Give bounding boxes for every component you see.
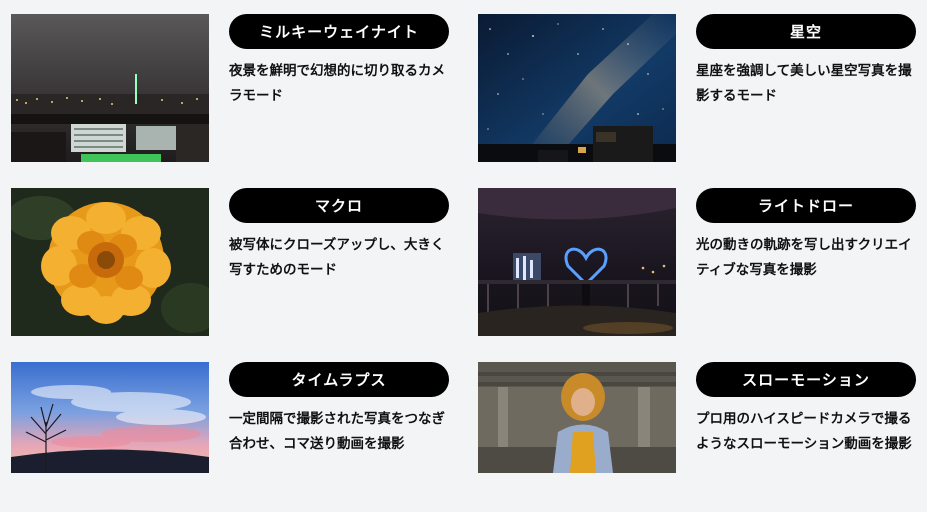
- mode-description: 星座を強調して美しい星空写真を撮影するモード: [696, 63, 912, 104]
- mode-description: 被写体にクローズアップし、大きく写すためのモード: [229, 237, 445, 278]
- marigold-flower-image: [11, 188, 209, 336]
- starry-sky-image: [478, 14, 676, 162]
- person-under-bridge-image: [478, 362, 676, 473]
- mode-description: 光の動きの軌跡を写し出すクリエイティブな写真を撮影: [696, 237, 912, 278]
- mode-card-timelapse[interactable]: タイムラプス 一定間隔で撮影された写真をつなぎ合わせ、コマ送り動画を撮影: [11, 362, 451, 512]
- light-heart-image: [478, 188, 676, 336]
- mode-title: 星空: [696, 14, 916, 49]
- night-cityscape-image: [11, 14, 209, 162]
- sunset-sky-image: [11, 362, 209, 473]
- mode-card-night[interactable]: ミルキーウェイナイト 夜景を鮮明で幻想的に切り取るカメラモード: [11, 14, 451, 164]
- mode-description: 一定間隔で撮影された写真をつなぎ合わせ、コマ送り動画を撮影: [229, 411, 445, 452]
- mode-card-slow-motion[interactable]: スローモーション プロ用のハイスピードカメラで撮るようなスローモーション動画を撮…: [478, 362, 918, 512]
- mode-description: プロ用のハイスピードカメラで撮るようなスローモーション動画を撮影: [696, 411, 912, 452]
- mode-title: ライトドロー: [696, 188, 916, 223]
- mode-card-light-draw[interactable]: ライトドロー 光の動きの軌跡を写し出すクリエイティブな写真を撮影: [478, 188, 918, 338]
- mode-card-macro[interactable]: マクロ 被写体にクローズアップし、大きく写すためのモード: [11, 188, 451, 338]
- mode-title: スローモーション: [696, 362, 916, 397]
- mode-title: ミルキーウェイナイト: [229, 14, 449, 49]
- mode-title: マクロ: [229, 188, 449, 223]
- mode-description: 夜景を鮮明で幻想的に切り取るカメラモード: [229, 63, 445, 104]
- mode-card-starry-sky[interactable]: 星空 星座を強調して美しい星空写真を撮影するモード: [478, 14, 918, 164]
- mode-title: タイムラプス: [229, 362, 449, 397]
